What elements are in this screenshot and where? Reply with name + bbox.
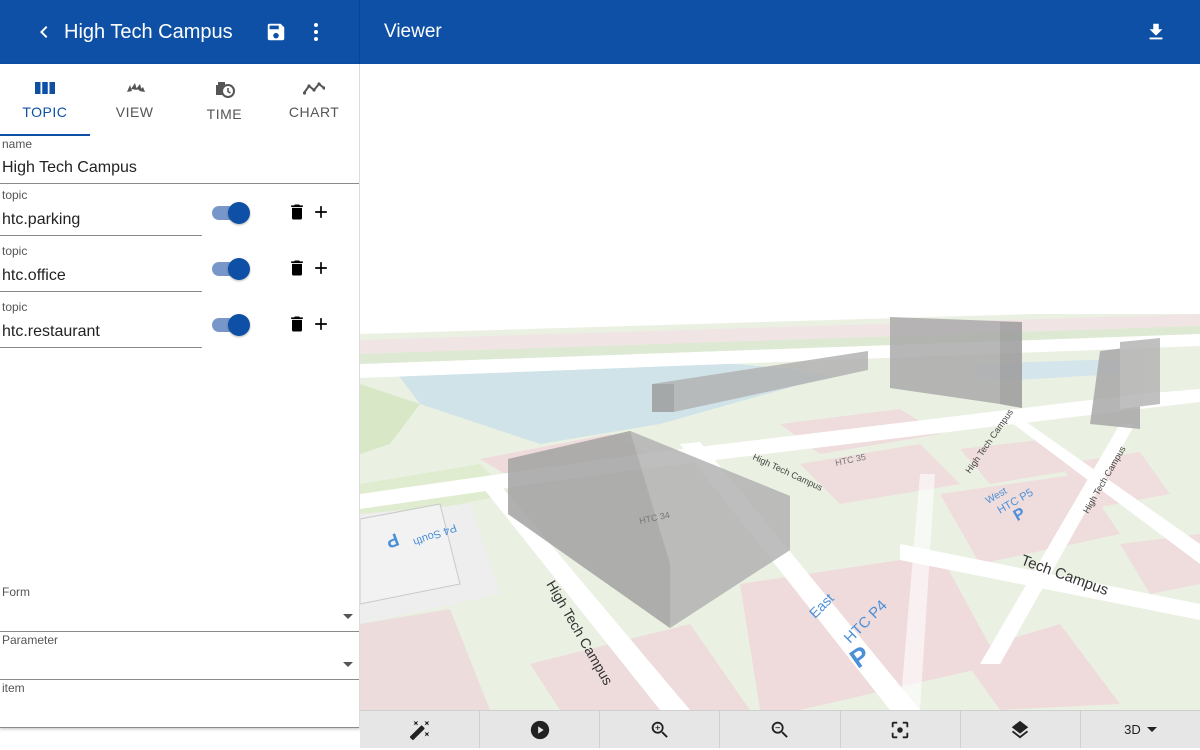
tab-view[interactable]: VIEW [90,64,180,136]
topic-field-value: htc.restaurant [2,323,100,340]
map-viewer[interactable]: High Tech Campus Tech Campus HTC P4 East… [360,64,1200,710]
tab-time[interactable]: TIME [180,64,270,136]
name-field-value: High Tech Campus [2,159,137,176]
layers-button[interactable] [961,711,1081,748]
zoom-in-button[interactable] [600,711,721,748]
auto-fix-button[interactable] [360,711,481,748]
tab-chart[interactable]: CHART [269,64,359,136]
columns-icon [34,82,55,94]
layers-icon [1012,720,1029,738]
topic-field-2[interactable]: topic htc.office [0,244,202,292]
viewer-title: Viewer [384,21,442,42]
save-icon[interactable] [264,20,288,44]
zoom-in-icon [651,721,668,738]
view-mode-value: 3D [1124,722,1141,737]
form-select[interactable]: Form [0,584,359,632]
viewer-header: Viewer [360,0,1200,64]
topic-field-1[interactable]: topic htc.parking [0,188,202,236]
play-button[interactable] [480,711,601,748]
play-circle-icon [530,720,549,739]
name-field-label: name [2,137,33,151]
chevron-down-icon [343,662,353,667]
tab-chart-label: CHART [288,104,340,120]
center-focus-button[interactable] [841,711,961,748]
parameter-select[interactable]: Parameter [0,632,359,680]
sidebar-header: High Tech Campus [0,0,360,64]
view-icon [126,83,145,92]
view-mode-select[interactable]: 3D [1081,711,1200,748]
chart-line-icon [303,82,326,95]
delete-icon[interactable] [285,200,309,224]
chevron-down-icon [1146,727,1157,732]
topic-field-value: htc.office [2,267,66,284]
download-icon[interactable] [1144,20,1168,44]
tab-time-label: TIME [206,106,243,122]
topic-field-label: topic [2,244,28,258]
sidebar-title: High Tech Campus [64,21,233,43]
time-icon [216,82,236,98]
sidebar-panel: TOPIC VIEW TIME CHART name High Tech Cam… [0,64,360,728]
delete-icon[interactable] [285,312,309,336]
chevron-down-icon [343,614,353,619]
topic-field-label: topic [2,188,28,202]
magic-wand-icon [409,720,429,740]
map-canvas[interactable]: High Tech Campus Tech Campus HTC P4 East… [360,64,1200,710]
delete-icon[interactable] [285,256,309,280]
tab-bar: TOPIC VIEW TIME CHART [0,64,359,136]
center-focus-icon [891,721,909,738]
topic-toggle-2[interactable] [212,257,250,280]
topic-field-label: topic [2,300,28,314]
parameter-select-label: Parameter [2,633,59,647]
zoom-out-button[interactable] [720,711,841,748]
viewer-toolbar: 3D [360,710,1200,748]
app: High Tech Campus Viewer TOPIC VIEW TIME … [0,0,1200,750]
tab-topic[interactable]: TOPIC [0,64,90,136]
topic-field-value: htc.parking [2,211,81,228]
more-vert-icon[interactable] [304,20,328,44]
tab-topic-label: TOPIC [22,104,68,120]
item-field[interactable]: item [0,680,359,728]
topic-toggle-3[interactable] [212,313,250,336]
topic-field-3[interactable]: topic htc.restaurant [0,300,202,348]
item-field-label: item [2,681,25,695]
add-icon[interactable] [309,312,333,336]
form-select-label: Form [2,585,30,599]
add-icon[interactable] [309,200,333,224]
name-field[interactable]: name High Tech Campus [0,136,359,184]
add-icon[interactable] [309,256,333,280]
zoom-out-icon [771,721,788,738]
topic-toggle-1[interactable] [212,201,250,224]
back-icon[interactable] [32,20,56,44]
tab-view-label: VIEW [115,104,154,120]
